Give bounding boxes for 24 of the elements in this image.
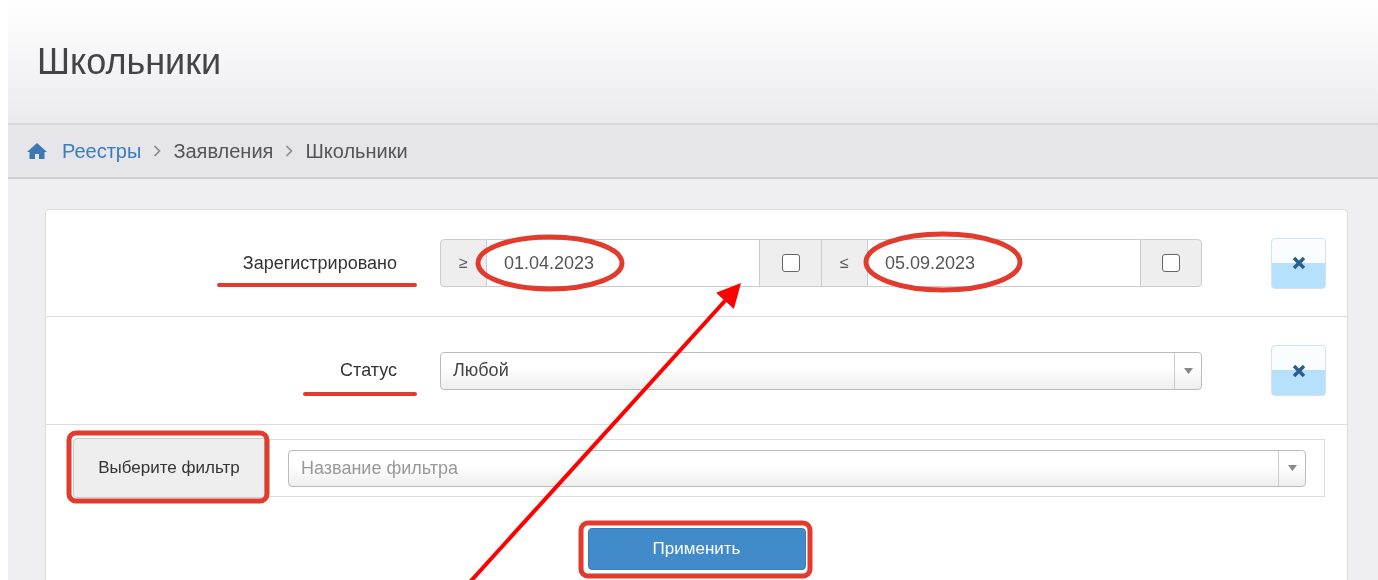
- operator-addon: ≤: [821, 239, 868, 287]
- breadcrumb-item: Школьники: [305, 139, 408, 163]
- breadcrumb-link[interactable]: Реестры: [62, 139, 142, 163]
- clear-button[interactable]: [1271, 237, 1326, 289]
- clear-button[interactable]: [1271, 345, 1326, 396]
- choose-filter-button[interactable]: Выберите фильтр: [73, 438, 265, 498]
- date-input[interactable]: 05.09.2023: [868, 239, 1140, 287]
- caret-icon: [1183, 367, 1193, 374]
- close-icon: [1291, 363, 1306, 378]
- caret-icon: [1287, 465, 1297, 471]
- filter-label: Зарегистрировано: [242, 252, 397, 273]
- page-title: Школьники: [37, 40, 221, 83]
- operator-addon: ≥: [440, 239, 487, 287]
- apply-button[interactable]: Применить: [587, 528, 806, 570]
- home-icon[interactable]: [26, 142, 48, 160]
- close-icon: [1291, 256, 1306, 270]
- chevron-icon: [285, 145, 294, 157]
- checkbox[interactable]: [781, 254, 800, 272]
- breadcrumb-item: Заявления: [173, 139, 274, 163]
- filter-label: Статус: [340, 360, 397, 380]
- status-select[interactable]: Любой: [440, 351, 1202, 390]
- date-input[interactable]: 01.04.2023: [487, 239, 759, 287]
- chevron-icon: [153, 145, 162, 157]
- checkbox[interactable]: [1162, 254, 1180, 272]
